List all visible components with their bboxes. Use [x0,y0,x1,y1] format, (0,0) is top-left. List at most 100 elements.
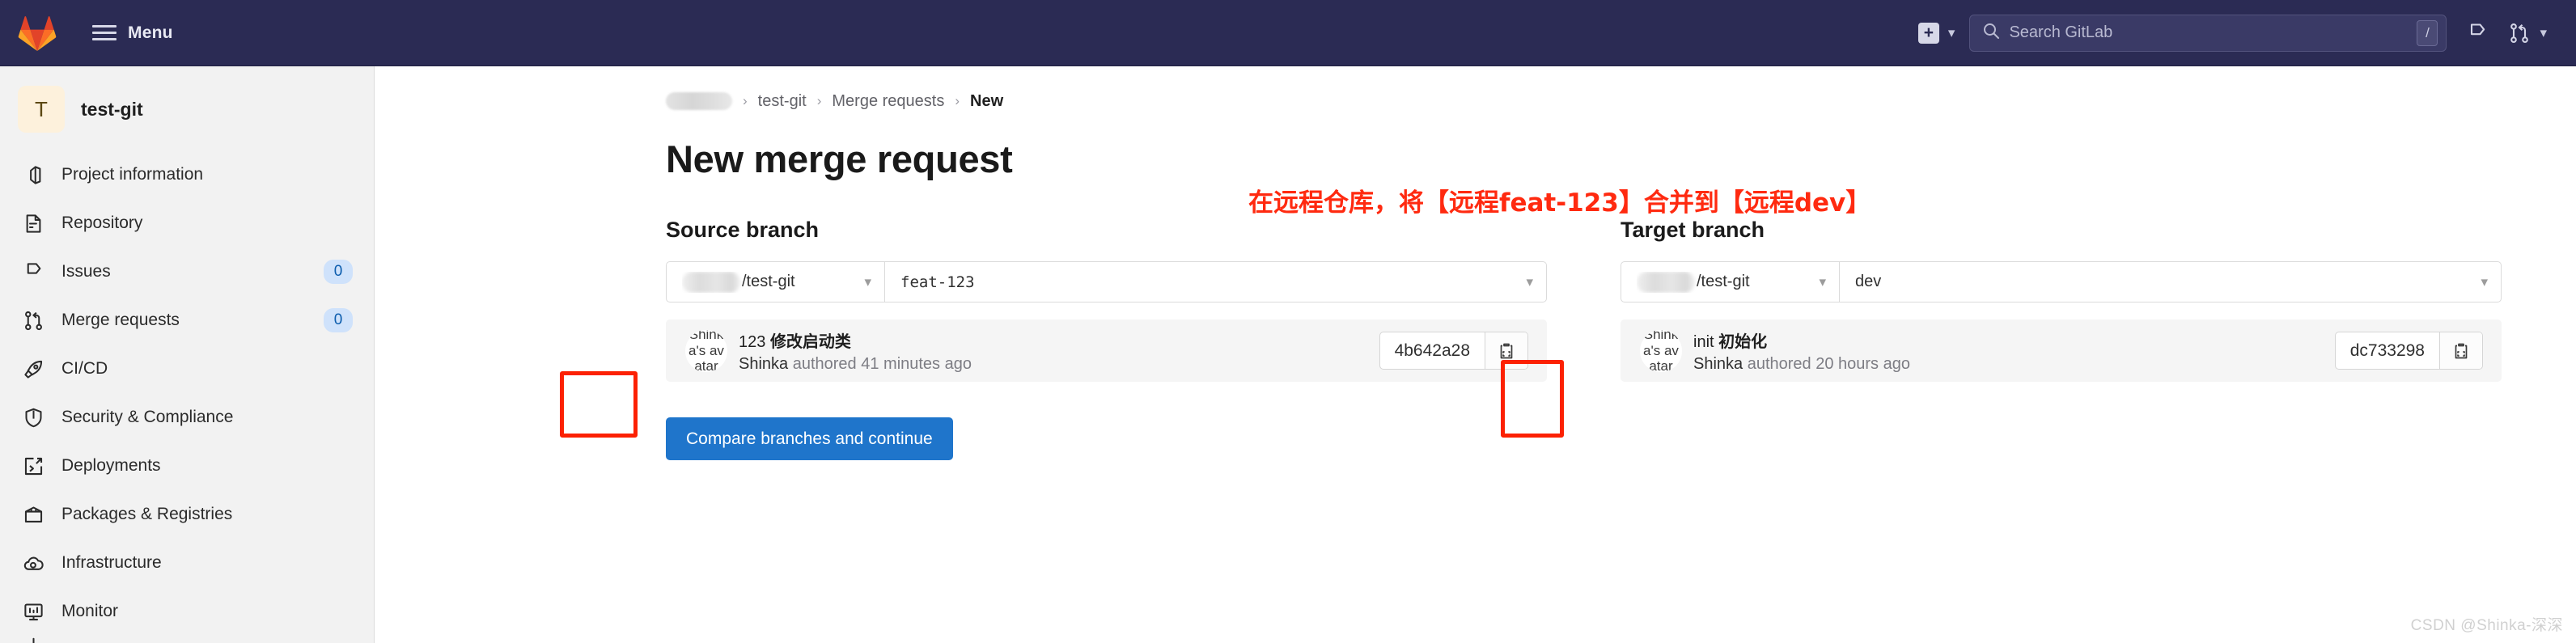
issues-count-badge: 0 [324,260,353,284]
source-project-namespace-redacted [682,271,740,293]
create-new-button[interactable]: + [1917,22,1939,44]
compare-branches-button[interactable]: Compare branches and continue [666,417,953,460]
target-commit-card: Shinka's avatar init 初始化 Shinka authored… [1621,319,2502,382]
breadcrumb-merge-requests-link[interactable]: Merge requests [832,92,944,111]
target-commit-meta: Shinka authored 20 hours ago [1693,355,2335,374]
deployments-icon [21,454,45,478]
source-project-dropdown[interactable]: /test-git ▾ [666,261,885,302]
top-navbar: Menu + ▾ / ▾ [0,0,2576,66]
sidebar-item-project-information[interactable]: Project information [0,150,374,199]
target-project-namespace-redacted [1637,271,1695,293]
search-input[interactable] [2001,23,2417,42]
target-branch-value: dev [1855,273,1882,290]
search-icon [1981,21,2001,44]
copy-icon[interactable] [2439,332,2482,369]
plus-icon: + [1923,23,1934,42]
sidebar-item-label: Packages & Registries [61,505,233,523]
monitor-icon [21,599,45,624]
source-commit-meta: Shinka authored 41 minutes ago [739,355,1379,374]
main-content: › test-git › Merge requests › New New me… [375,66,2576,643]
merge-request-chevron-down-icon[interactable]: ▾ [2540,25,2547,41]
target-branch-selects: /test-git ▾ dev ▾ [1621,261,2502,302]
sidebar-item-label: CI/CD [61,359,108,378]
sidebar-item-label: Repository [61,214,143,232]
menu-button[interactable]: Menu [84,17,181,49]
source-project-suffix: /test-git [742,273,795,290]
analytics-icon [21,636,45,643]
merge-requests-count-badge: 0 [324,308,353,332]
breadcrumb-project-link[interactable]: test-git [758,92,807,111]
avatar: Shinka's avatar [1640,329,1682,372]
source-sha-group: 4b642a28 [1379,332,1528,370]
source-branch-highlight-box [560,371,638,438]
chevron-down-icon: ▾ [864,273,871,290]
breadcrumb-current: New [970,91,1004,110]
chevron-down-icon: ▾ [2481,273,2488,290]
gitlab-logo-icon[interactable] [18,15,57,52]
source-branch-column: Source branch /test-git ▾ feat-123 ▾ Shi… [666,218,1547,382]
sidebar-project-header[interactable]: T test-git [0,78,374,141]
breadcrumb-separator-icon: › [816,93,822,108]
target-sha-group: dc733298 [2334,332,2483,370]
search-shortcut-key: / [2417,19,2438,46]
sidebar-item-label: Deployments [61,456,161,475]
source-commit-title-main: 修改启动类 [769,332,851,351]
sidebar-item-merge-requests[interactable]: Merge requests 0 [0,296,374,345]
sidebar-item-label: Merge requests [61,311,180,329]
source-commit-author[interactable]: Shinka [739,355,788,373]
source-commit-title-prefix: 123 [739,332,770,351]
sidebar-item-label: Security & Compliance [61,408,234,426]
target-commit-timestamp: authored 20 hours ago [1743,354,1910,373]
sidebar-item-label: Monitor [61,602,119,620]
source-commit-card: Shinka's avatar 123 修改启动类 Shinka authore… [666,319,1547,382]
breadcrumb-separator-icon: › [955,93,960,108]
chevron-down-icon: ▾ [1819,273,1826,290]
target-project-dropdown[interactable]: /test-git ▾ [1621,261,1840,302]
sidebar-item-label: Infrastructure [61,553,162,572]
sidebar-item-packages-registries[interactable]: Packages & Registries [0,490,374,539]
sidebar-item-partial-below-fold[interactable] [0,636,374,643]
search-box[interactable]: / [1969,14,2447,52]
target-project-suffix: /test-git [1697,273,1750,290]
target-commit-title: init 初始化 [1693,328,2335,352]
source-commit-timestamp: authored 41 minutes ago [788,354,972,373]
project-information-icon [21,163,45,187]
target-branch-dropdown[interactable]: dev ▾ [1840,261,2502,302]
sidebar-item-repository[interactable]: Repository [0,199,374,247]
source-commit-sha[interactable]: 4b642a28 [1380,332,1485,369]
sidebar-item-deployments[interactable]: Deployments [0,442,374,490]
sidebar-item-security-compliance[interactable]: Security & Compliance [0,393,374,442]
merge-request-icon [21,308,45,332]
source-commit-title: 123 修改启动类 [739,328,1379,352]
issues-icon [21,260,45,284]
navbar-right: + ▾ / ▾ [1917,14,2576,52]
target-commit-title-main: 初始化 [1718,332,1768,351]
watermark: CSDN @Shinka-深深 [2410,617,2563,634]
package-icon [21,502,45,527]
breadcrumb: › test-git › Merge requests › New [375,89,2576,113]
sidebar-item-ci-cd[interactable]: CI/CD [0,345,374,393]
shield-icon [21,405,45,429]
sidebar-item-label: Issues [61,262,111,281]
source-branch-selects: /test-git ▾ feat-123 ▾ [666,261,1547,302]
sidebar-item-infrastructure[interactable]: Infrastructure [0,539,374,587]
sidebar-item-label: Project information [61,165,204,184]
source-branch-dropdown[interactable]: feat-123 ▾ [885,261,1547,302]
source-branch-value: feat-123 [900,273,975,291]
red-annotation-text: 在远程仓库，将【远程feat-123】合并到【远程dev】 [1248,188,1871,218]
sidebar-item-issues[interactable]: Issues 0 [0,247,374,296]
sidebar-item-monitor[interactable]: Monitor [0,587,374,636]
project-avatar: T [18,86,65,133]
sidebar-nav-list: Project information Repository Issues 0 [0,150,374,643]
create-new-chevron-down-icon[interactable]: ▾ [1948,25,1955,41]
copy-icon[interactable] [1485,332,1527,369]
breadcrumb-separator-icon: › [743,93,748,108]
target-commit-title-prefix: init [1693,332,1719,351]
issues-icon[interactable] [2466,22,2489,44]
target-commit-sha[interactable]: dc733298 [2336,332,2439,369]
source-branch-title: Source branch [666,218,820,242]
merge-request-icon[interactable] [2508,22,2531,44]
source-commit-text: 123 修改启动类 Shinka authored 41 minutes ago [739,328,1379,374]
breadcrumb-namespace-redacted[interactable] [666,92,732,110]
target-commit-author[interactable]: Shinka [1693,355,1743,373]
